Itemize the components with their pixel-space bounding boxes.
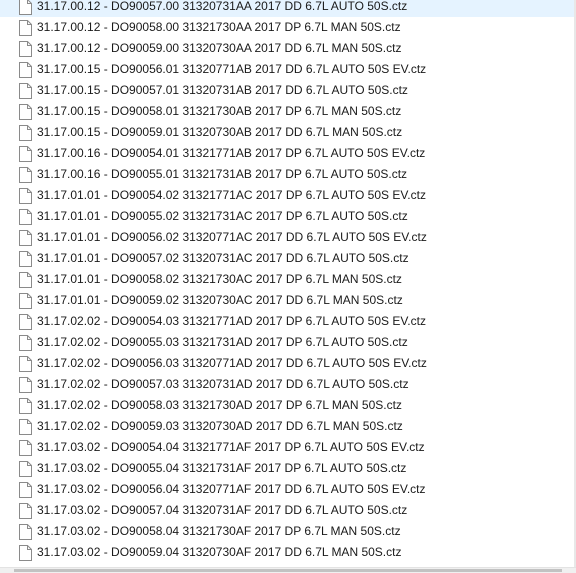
document-icon <box>19 419 32 435</box>
file-row[interactable]: 31.17.02.02 - DO90058.03 31321730AD 2017… <box>0 395 576 416</box>
document-icon <box>19 356 32 372</box>
file-row[interactable]: 31.17.01.01 - DO90059.02 31320730AC 2017… <box>0 290 576 311</box>
document-icon <box>19 440 32 456</box>
file-name: 31.17.02.02 - DO90058.03 31321730AD 2017… <box>37 398 402 412</box>
file-name: 31.17.01.01 - DO90057.02 31320731AC 2017… <box>37 251 409 265</box>
file-list: 31.17.00.12 - DO90057.00 31320731AA 2017… <box>0 0 576 563</box>
document-icon <box>19 125 32 141</box>
document-icon <box>19 545 32 561</box>
file-row[interactable]: 31.17.00.15 - DO90057.01 31320731AB 2017… <box>0 80 576 101</box>
file-name: 31.17.03.02 - DO90059.04 31320730AF 2017… <box>37 545 402 559</box>
document-icon <box>19 461 32 477</box>
document-icon <box>19 377 32 393</box>
document-icon <box>19 104 32 120</box>
file-name: 31.17.02.02 - DO90054.03 31321771AD 2017… <box>37 314 426 328</box>
document-icon <box>19 0 32 15</box>
file-row[interactable]: 31.17.01.01 - DO90058.02 31321730AC 2017… <box>0 269 576 290</box>
file-name: 31.17.03.02 - DO90058.04 31321730AF 2017… <box>37 524 401 538</box>
horizontal-scrollbar[interactable] <box>0 567 576 573</box>
file-name: 31.17.03.02 - DO90055.04 31321731AF 2017… <box>37 461 407 475</box>
document-icon <box>19 41 32 57</box>
file-row[interactable]: 31.17.00.15 - DO90058.01 31321730AB 2017… <box>0 101 576 122</box>
file-name: 31.17.00.16 - DO90054.01 31321771AB 2017… <box>37 146 426 160</box>
file-name: 31.17.02.02 - DO90059.03 31320730AD 2017… <box>37 419 403 433</box>
document-icon <box>19 167 32 183</box>
document-icon <box>19 209 32 225</box>
file-name: 31.17.01.01 - DO90055.02 31321731AC 2017… <box>37 209 408 223</box>
file-name: 31.17.01.01 - DO90058.02 31321730AC 2017… <box>37 272 402 286</box>
file-name: 31.17.00.15 - DO90057.01 31320731AB 2017… <box>37 83 408 97</box>
file-name: 31.17.00.12 - DO90059.00 31320730AA 2017… <box>37 41 402 55</box>
file-row[interactable]: 31.17.03.02 - DO90059.04 31320730AF 2017… <box>0 542 576 563</box>
document-icon <box>19 251 32 267</box>
file-row[interactable]: 31.17.00.12 - DO90057.00 31320731AA 2017… <box>0 0 576 17</box>
document-icon <box>19 230 32 246</box>
file-row[interactable]: 31.17.03.02 - DO90055.04 31321731AF 2017… <box>0 458 576 479</box>
document-icon <box>19 188 32 204</box>
document-icon <box>19 335 32 351</box>
file-name: 31.17.00.15 - DO90058.01 31321730AB 2017… <box>37 104 402 118</box>
file-name: 31.17.01.01 - DO90054.02 31321771AC 2017… <box>37 188 426 202</box>
document-icon <box>19 146 32 162</box>
file-row[interactable]: 31.17.02.02 - DO90057.03 31320731AD 2017… <box>0 374 576 395</box>
document-icon <box>19 272 32 288</box>
file-row[interactable]: 31.17.00.16 - DO90054.01 31321771AB 2017… <box>0 143 576 164</box>
file-name: 31.17.00.16 - DO90055.01 31321731AB 2017… <box>37 167 408 181</box>
document-icon <box>19 62 32 78</box>
file-name: 31.17.01.01 - DO90056.02 31320771AC 2017… <box>37 230 427 244</box>
file-name: 31.17.02.02 - DO90057.03 31320731AD 2017… <box>37 377 409 391</box>
file-row[interactable]: 31.17.00.15 - DO90059.01 31320730AB 2017… <box>0 122 576 143</box>
file-name: 31.17.00.15 - DO90059.01 31320730AB 2017… <box>37 125 403 139</box>
file-name: 31.17.03.02 - DO90054.04 31321771AF 2017… <box>37 440 425 454</box>
file-row[interactable]: 31.17.01.01 - DO90054.02 31321771AC 2017… <box>0 185 576 206</box>
document-icon <box>19 20 32 36</box>
document-icon <box>19 503 32 519</box>
document-icon <box>19 83 32 99</box>
document-icon <box>19 293 32 309</box>
file-name: 31.17.01.01 - DO90059.02 31320730AC 2017… <box>37 293 403 307</box>
document-icon <box>19 482 32 498</box>
file-row[interactable]: 31.17.02.02 - DO90055.03 31321731AD 2017… <box>0 332 576 353</box>
file-row[interactable]: 31.17.00.12 - DO90058.00 31321730AA 2017… <box>0 17 576 38</box>
file-row[interactable]: 31.17.02.02 - DO90054.03 31321771AD 2017… <box>0 311 576 332</box>
file-row[interactable]: 31.17.01.01 - DO90057.02 31320731AC 2017… <box>0 248 576 269</box>
file-name: 31.17.02.02 - DO90056.03 31320771AD 2017… <box>37 356 427 370</box>
file-row[interactable]: 31.17.03.02 - DO90056.04 31320771AF 2017… <box>0 479 576 500</box>
file-row[interactable]: 31.17.00.15 - DO90056.01 31320771AB 2017… <box>0 59 576 80</box>
file-row[interactable]: 31.17.00.16 - DO90055.01 31321731AB 2017… <box>0 164 576 185</box>
document-icon <box>19 398 32 414</box>
file-row[interactable]: 31.17.02.02 - DO90056.03 31320771AD 2017… <box>0 353 576 374</box>
file-row[interactable]: 31.17.01.01 - DO90055.02 31321731AC 2017… <box>0 206 576 227</box>
file-name: 31.17.00.12 - DO90058.00 31321730AA 2017… <box>37 20 401 34</box>
file-row[interactable]: 31.17.00.12 - DO90059.00 31320730AA 2017… <box>0 38 576 59</box>
document-icon <box>19 314 32 330</box>
file-name: 31.17.00.15 - DO90056.01 31320771AB 2017… <box>37 62 427 76</box>
file-name: 31.17.03.02 - DO90057.04 31320731AF 2017… <box>37 503 408 517</box>
file-name: 31.17.03.02 - DO90056.04 31320771AF 2017… <box>37 482 426 496</box>
file-row[interactable]: 31.17.03.02 - DO90058.04 31321730AF 2017… <box>0 521 576 542</box>
document-icon <box>19 524 32 540</box>
file-name: 31.17.00.12 - DO90057.00 31320731AA 2017… <box>37 0 408 13</box>
file-name: 31.17.02.02 - DO90055.03 31321731AD 2017… <box>37 335 408 349</box>
file-row[interactable]: 31.17.01.01 - DO90056.02 31320771AC 2017… <box>0 227 576 248</box>
file-row[interactable]: 31.17.02.02 - DO90059.03 31320730AD 2017… <box>0 416 576 437</box>
file-row[interactable]: 31.17.03.02 - DO90054.04 31321771AF 2017… <box>0 437 576 458</box>
file-row[interactable]: 31.17.03.02 - DO90057.04 31320731AF 2017… <box>0 500 576 521</box>
